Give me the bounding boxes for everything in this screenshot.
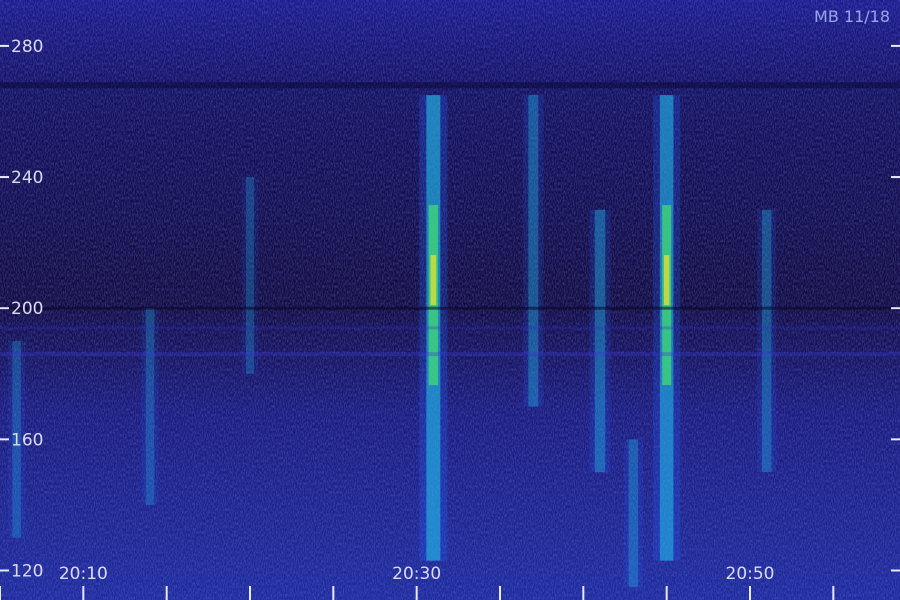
signal-streak bbox=[246, 177, 254, 374]
signal-streak bbox=[528, 95, 539, 407]
spectrogram-chart: 280 240 200 160 120 20:10 20:30 20:50 MB 11/18 bbox=[0, 0, 900, 600]
horizontal-band bbox=[0, 352, 900, 357]
x-tick-label: 20:50 bbox=[726, 564, 775, 584]
y-tick-label: 240 bbox=[11, 168, 43, 188]
horizontal-band bbox=[0, 82, 900, 89]
x-tick-label: 20:30 bbox=[392, 564, 441, 584]
watermark-label: MB 11/18 bbox=[814, 7, 890, 26]
y-tick-label: 200 bbox=[11, 299, 43, 319]
signal-streak bbox=[145, 308, 155, 505]
signal-streak-peak bbox=[663, 255, 670, 306]
y-tick-label: 120 bbox=[11, 561, 43, 581]
y-tick-label: 160 bbox=[11, 430, 43, 450]
horizontal-band bbox=[0, 306, 900, 310]
horizontal-band bbox=[0, 326, 900, 330]
signal-streak bbox=[594, 209, 606, 473]
x-tick-label: 20:10 bbox=[59, 564, 108, 584]
y-tick-label: 280 bbox=[11, 37, 43, 57]
signal-streak-peak bbox=[430, 255, 437, 306]
signal-streak bbox=[761, 209, 772, 473]
signal-streak bbox=[628, 439, 639, 587]
